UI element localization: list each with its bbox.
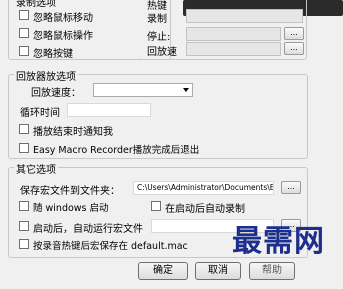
ignore-mouse-move-checkbox[interactable] (19, 10, 29, 20)
help-button[interactable]: 帮助 (249, 262, 295, 280)
loop-time-label: 循环时间 (20, 108, 60, 119)
ok-button[interactable]: 确定 (138, 262, 188, 280)
ignore-mouse-move-label: 忽略鼠标移动 (33, 13, 93, 24)
playback-speed-select[interactable] (93, 83, 193, 97)
ignore-mouse-action-label: 忽略鼠标操作 (33, 31, 93, 42)
hotkey-stop-label: 停止: (147, 32, 171, 43)
ignore-mouse-action-checkbox[interactable] (19, 28, 29, 38)
save-folder-browse-button[interactable]: ... (281, 181, 301, 194)
playback-options-legend: 回放器放选项 (14, 68, 78, 83)
notify-on-finish-label: 播放结束时通知我 (33, 127, 113, 138)
save-folder-label: 保存宏文件到文件夹： (20, 186, 120, 197)
hotkey-stop-browse-button[interactable]: ... (284, 27, 304, 40)
exit-after-playback-label: Easy Macro Recorder播放完成后退出 (33, 145, 200, 156)
hotkey-record-label: 录制 (147, 14, 167, 25)
save-folder-field[interactable]: C:\Users\Administrator\Documents\E (133, 181, 274, 195)
auto-record-checkbox[interactable] (151, 201, 161, 211)
watermark-logo: 最需网 (232, 224, 325, 259)
chevron-down-icon (183, 88, 189, 92)
auto-record-label: 在启动后自动录制 (165, 204, 245, 215)
record-options-legend: 录制选项 (14, 0, 58, 9)
auto-run-macro-checkbox[interactable] (19, 221, 29, 231)
start-with-windows-checkbox[interactable] (19, 201, 29, 211)
ignore-keys-checkbox[interactable] (19, 46, 29, 56)
hotkey-save-default-label: 按录音热键后宏保存在 default.mac (33, 241, 188, 252)
playback-speed-label: 回放速度： (31, 88, 81, 99)
loop-time-field[interactable] (67, 103, 151, 117)
hotkey-save-default-checkbox[interactable] (19, 239, 29, 249)
hotkey-record-field[interactable] (186, 9, 303, 23)
other-options-legend: 其它选项 (14, 161, 58, 176)
hotkey-playback-browse-button[interactable]: ... (284, 42, 304, 55)
hotkey-playback-label: 回放速 (147, 47, 177, 58)
ignore-keys-label: 忽略按键 (33, 49, 73, 60)
exit-after-playback-checkbox[interactable] (19, 143, 29, 153)
start-with-windows-label: 随 windows 启动 (33, 203, 109, 214)
hotkey-playback-field[interactable] (186, 42, 281, 56)
cancel-button[interactable]: 取消 (195, 262, 241, 280)
hotkey-stop-field[interactable] (186, 27, 281, 41)
notify-on-finish-checkbox[interactable] (19, 124, 29, 134)
auto-run-macro-label: 启动后，自动运行宏文件 (33, 224, 143, 235)
